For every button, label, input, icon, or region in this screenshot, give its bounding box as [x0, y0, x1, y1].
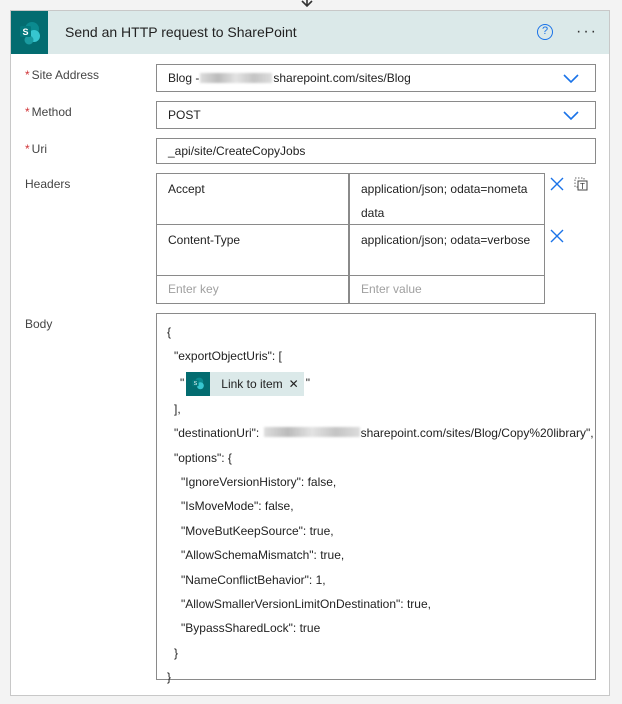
- body-line: "IsMoveMode": false,: [181, 499, 294, 514]
- redacted-domain: [200, 73, 273, 83]
- dynamic-content-token[interactable]: S Link to item ✕: [186, 370, 304, 398]
- body-line: "NameConflictBehavior": 1,: [181, 572, 326, 587]
- delete-row-icon[interactable]: [550, 229, 564, 243]
- card-header[interactable]: S Send an HTTP request to SharePoint ? ·…: [11, 11, 609, 54]
- body-line: "exportObjectUris": [: [174, 349, 282, 364]
- body-line: "destinationUri": sharepoint.com/sites/B…: [167, 421, 595, 445]
- site-address-dropdown[interactable]: Blog - sharepoint.com/sites/Blog: [156, 64, 596, 92]
- uri-label: * Uri: [25, 142, 47, 156]
- headers-table: Accept application/json; odata=nometadat…: [156, 173, 545, 304]
- uri-value: _api/site/CreateCopyJobs: [168, 144, 306, 158]
- uri-input[interactable]: _api/site/CreateCopyJobs: [156, 138, 596, 164]
- site-address-suffix: sharepoint.com/sites/Blog: [273, 71, 411, 85]
- header-key-input[interactable]: Content-Type: [157, 225, 350, 275]
- svg-text:S: S: [22, 27, 28, 37]
- header-value-input[interactable]: application/json; odata=nometadata: [350, 174, 544, 224]
- header-row-empty: Enter key Enter value: [157, 276, 544, 303]
- chevron-down-icon[interactable]: [563, 109, 579, 121]
- method-label: * Method: [25, 105, 72, 119]
- body-line: }: [167, 670, 172, 685]
- header-value-placeholder[interactable]: Enter value: [350, 276, 544, 303]
- header-row: Content-Type application/json; odata=ver…: [157, 225, 544, 276]
- quote: ": [180, 375, 185, 390]
- body-line: }: [174, 645, 179, 660]
- body-line-token: " S Link to item ✕ ": [167, 369, 595, 397]
- flow-arrow-icon: [301, 0, 313, 8]
- body-line: "AllowSchemaMismatch": true,: [181, 548, 345, 563]
- method-value: POST: [168, 108, 201, 122]
- sharepoint-icon: S: [11, 11, 48, 54]
- switch-to-text-mode-icon[interactable]: T: [574, 177, 588, 191]
- body-label: Body: [25, 317, 53, 331]
- svg-text:S: S: [194, 381, 198, 387]
- site-address-prefix: Blog -: [168, 71, 200, 85]
- body-line: "IgnoreVersionHistory": false,: [181, 474, 337, 489]
- header-value-input[interactable]: application/json; odata=verbose: [350, 225, 544, 275]
- body-line: "AllowSmallerVersionLimitOnDestination":…: [181, 596, 431, 611]
- header-key-input[interactable]: Accept: [157, 174, 350, 224]
- action-card: S Send an HTTP request to SharePoint ? ·…: [10, 10, 610, 696]
- card-title: Send an HTTP request to SharePoint: [65, 24, 297, 40]
- body-line: "MoveButKeepSource": true,: [181, 523, 334, 538]
- dest-value: sharepoint.com/sites/Blog/Copy%20library…: [360, 426, 594, 441]
- header-row: Accept application/json; odata=nometadat…: [157, 174, 544, 225]
- body-line: ],: [174, 401, 181, 416]
- remove-token-icon[interactable]: ✕: [289, 370, 304, 398]
- method-dropdown[interactable]: POST: [156, 101, 596, 129]
- help-icon[interactable]: ?: [537, 24, 553, 40]
- dest-key: "destinationUri":: [174, 426, 263, 441]
- header-key-placeholder[interactable]: Enter key: [157, 276, 350, 303]
- body-line: "BypassSharedLock": true: [181, 621, 321, 636]
- headers-label: Headers: [25, 177, 71, 191]
- site-address-label: * Site Address: [25, 68, 100, 82]
- delete-row-icon[interactable]: [550, 177, 564, 191]
- body-editor[interactable]: { "exportObjectUris": [ " S Link to item ✕ "…: [156, 313, 596, 684]
- redacted-domain: [263, 427, 360, 438]
- quote: ": [305, 375, 310, 390]
- svg-text:T: T: [580, 182, 585, 191]
- token-label: Link to item: [221, 376, 283, 391]
- more-options-icon[interactable]: ···: [576, 23, 598, 41]
- sharepoint-icon: S: [186, 371, 211, 396]
- chevron-down-icon[interactable]: [563, 72, 579, 84]
- body-line: "options": {: [174, 450, 232, 465]
- body-line: {: [167, 325, 172, 339]
